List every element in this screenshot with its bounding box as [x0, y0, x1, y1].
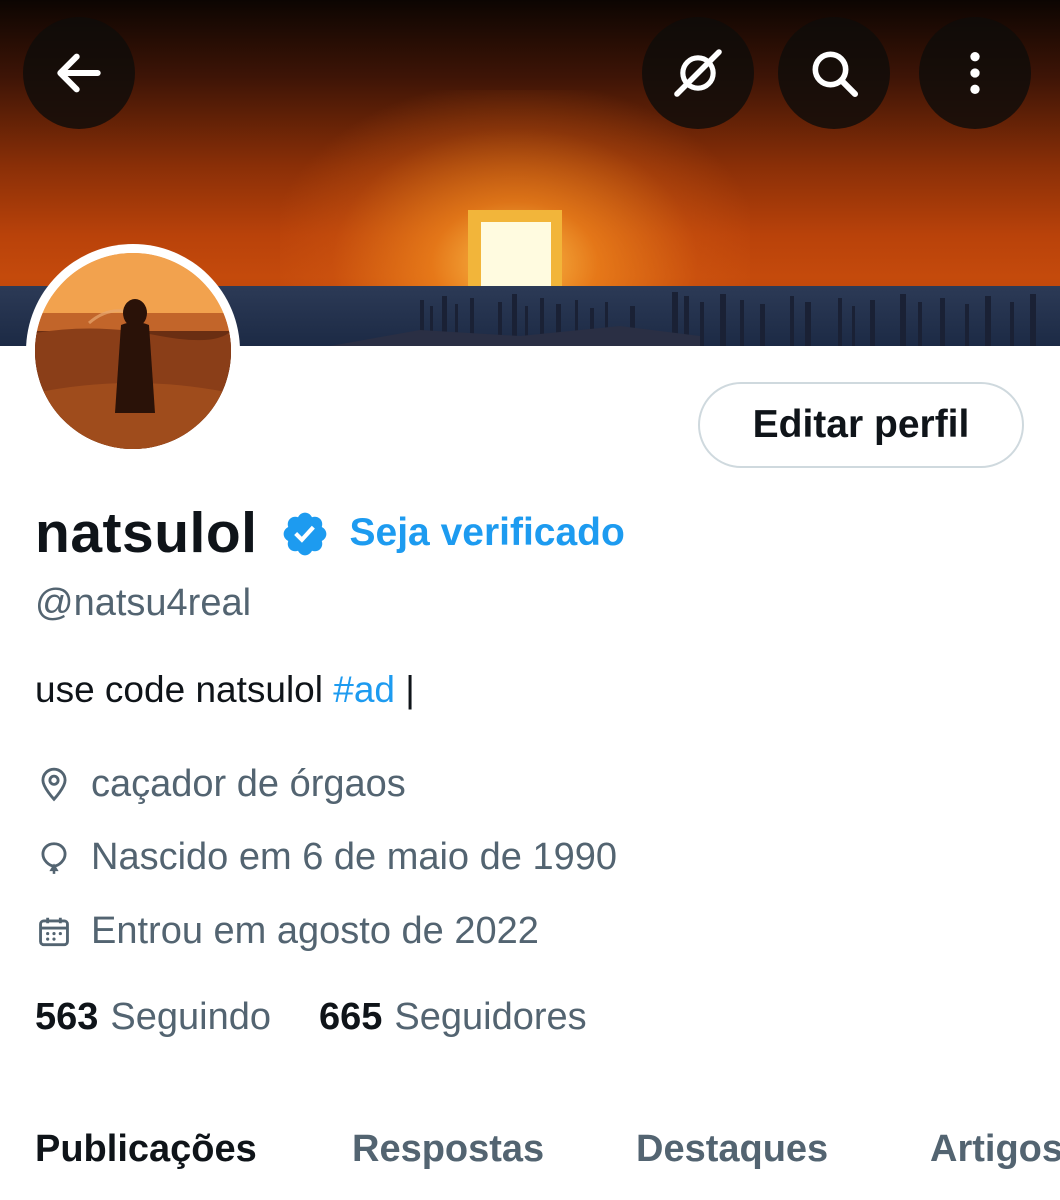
tab-replies[interactable]: Respostas: [352, 1128, 544, 1171]
display-name: natsulol: [35, 501, 258, 565]
search-button[interactable]: [778, 17, 890, 129]
arrow-left-icon: [57, 53, 101, 93]
banner-sun-core: [481, 222, 551, 286]
birthday-row: Nascido em 6 de maio de 1990: [35, 836, 617, 879]
back-button[interactable]: [23, 17, 135, 129]
grok-icon: [674, 49, 722, 97]
following-label: Seguindo: [110, 996, 271, 1038]
followers-count: 665: [319, 996, 383, 1038]
profile-tabs: Publicações Respostas Destaques Artigos: [0, 1118, 1060, 1200]
balloon-icon: [41, 841, 67, 874]
avatar-image: [35, 253, 231, 449]
verified-badge-icon[interactable]: [280, 509, 330, 559]
name-row: natsulol Seja verificado: [35, 498, 625, 568]
tab-articles[interactable]: Artigos: [930, 1128, 1060, 1171]
location-pin-icon: [41, 767, 67, 801]
bio-suffix: |: [395, 669, 415, 710]
followers-link[interactable]: 665 Seguidores: [319, 996, 587, 1039]
followers-label: Seguidores: [394, 996, 587, 1038]
search-icon: [812, 51, 859, 98]
location-text: caçador de órgaos: [91, 763, 406, 805]
following-count: 563: [35, 996, 99, 1038]
bio: use code natsulol #ad |: [35, 669, 415, 711]
joined-row: Entrou em agosto de 2022: [35, 910, 539, 953]
location-row: caçador de órgaos: [35, 763, 406, 806]
profile-avatar[interactable]: [26, 244, 240, 458]
calendar-icon: [39, 917, 69, 946]
bio-hashtag-link[interactable]: #ad: [333, 669, 395, 710]
tab-highlights[interactable]: Destaques: [636, 1128, 828, 1171]
edit-profile-button[interactable]: Editar perfil: [698, 382, 1024, 468]
following-link[interactable]: 563 Seguindo: [35, 996, 271, 1039]
get-verified-link[interactable]: Seja verificado: [350, 511, 625, 555]
birthday-text: Nascido em 6 de maio de 1990: [91, 836, 617, 878]
bio-text: use code natsulol: [35, 669, 334, 710]
more-vertical-icon: [970, 52, 980, 94]
tab-posts[interactable]: Publicações: [35, 1128, 257, 1171]
more-button[interactable]: [919, 17, 1031, 129]
joined-text: Entrou em agosto de 2022: [91, 910, 539, 952]
follow-stats: 563 Seguindo 665 Seguidores: [35, 996, 587, 1039]
user-handle: @natsu4real: [35, 582, 252, 624]
grok-button[interactable]: [642, 17, 754, 129]
